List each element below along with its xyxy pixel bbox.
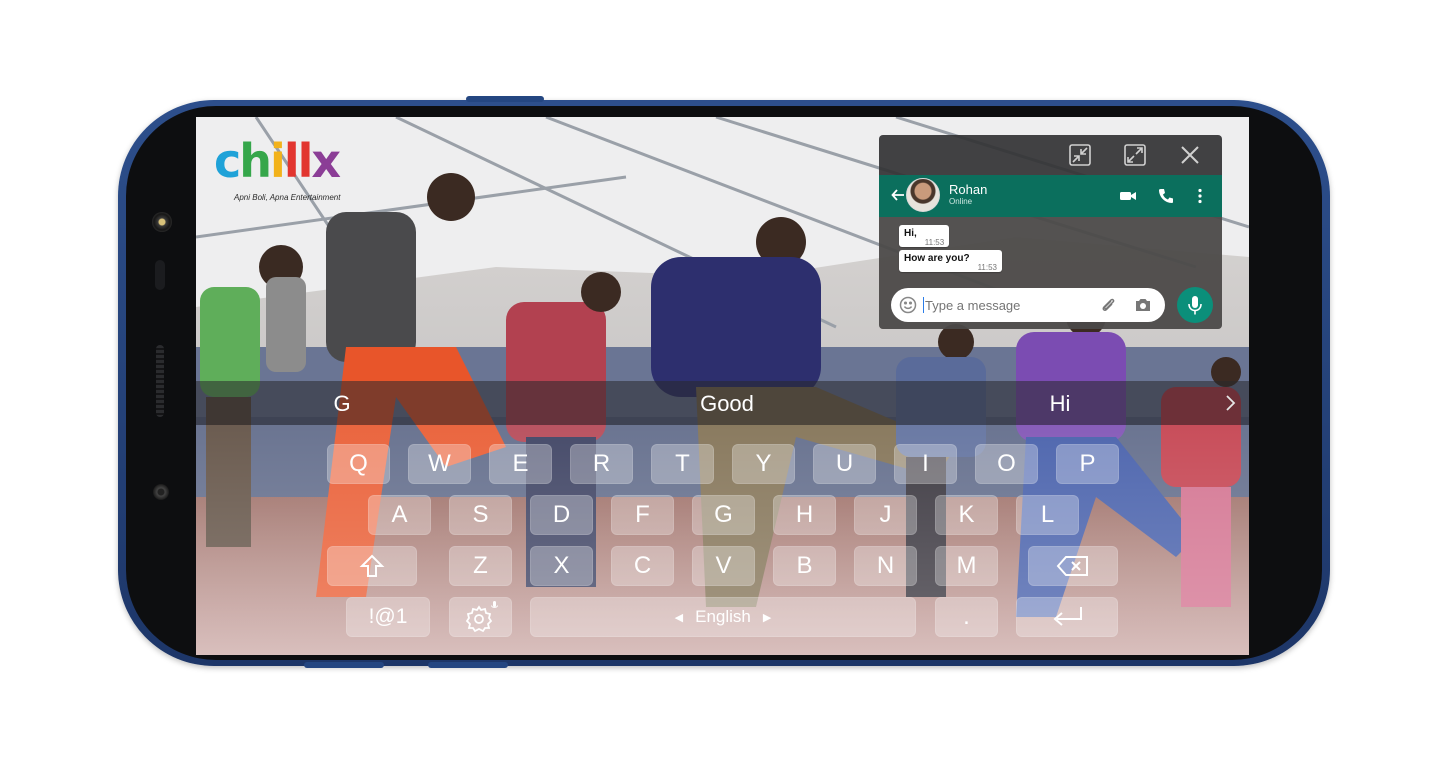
minimize-icon[interactable] xyxy=(1068,143,1092,167)
front-camera xyxy=(152,212,172,232)
mic-icon xyxy=(1188,296,1202,315)
key-n[interactable]: N xyxy=(854,546,917,586)
voice-message-button[interactable] xyxy=(1177,287,1213,323)
chevron-right-icon[interactable] xyxy=(1223,394,1237,412)
proximity-sensor xyxy=(153,484,169,500)
widget-toolbar xyxy=(879,135,1222,175)
language-label: English xyxy=(695,607,751,626)
power-button xyxy=(466,96,544,102)
suggestion-bar: G Good Hi xyxy=(196,381,1249,425)
key-u[interactable]: U xyxy=(813,444,876,484)
back-arrow-icon[interactable] xyxy=(891,188,905,202)
backspace-key[interactable] xyxy=(1028,546,1118,586)
key-c[interactable]: C xyxy=(611,546,674,586)
suggestion-item[interactable]: Hi xyxy=(1050,391,1071,417)
chat-header: Rohan Online xyxy=(879,175,1222,217)
key-z[interactable]: Z xyxy=(449,546,512,586)
message-input-bar xyxy=(891,288,1165,322)
chat-body: Hi, 11:53 How are you? 11:53 xyxy=(879,217,1222,329)
key-y[interactable]: Y xyxy=(732,444,795,484)
key-p[interactable]: P xyxy=(1056,444,1119,484)
space-key[interactable]: ◀ English ▶ xyxy=(530,597,916,637)
key-f[interactable]: F xyxy=(611,495,674,535)
contact-name[interactable]: Rohan xyxy=(949,182,987,197)
caret-left-icon: ◀ xyxy=(674,611,684,624)
keyboard: Q W E R T Y U I O P A S D F G H J K L Z … xyxy=(196,425,1249,655)
suggestion-item[interactable]: Good xyxy=(700,391,754,417)
message-bubble: How are you? 11:53 xyxy=(899,250,1003,272)
key-g[interactable]: G xyxy=(692,495,755,535)
expand-icon[interactable] xyxy=(1123,143,1147,167)
shift-icon xyxy=(359,554,385,577)
key-o[interactable]: O xyxy=(975,444,1038,484)
key-h[interactable]: H xyxy=(773,495,836,535)
symbols-key[interactable]: !@1 xyxy=(346,597,430,637)
key-w[interactable]: W xyxy=(408,444,471,484)
emoji-icon[interactable] xyxy=(899,296,917,314)
message-text: How are you? xyxy=(904,253,970,264)
more-menu-icon[interactable] xyxy=(1191,187,1209,205)
chat-widget: Rohan Online Hi, 11:53 How are you?11:53 … xyxy=(879,135,1222,329)
gear-icon xyxy=(465,601,498,633)
key-k[interactable]: K xyxy=(935,495,998,535)
backspace-icon xyxy=(1056,556,1088,576)
screen: chillx Apni Boli, Apna Entertainment Roh… xyxy=(196,117,1249,655)
chillx-logo: chillx Apni Boli, Apna Entertainment xyxy=(214,125,344,203)
key-j[interactable]: J xyxy=(854,495,917,535)
key-a[interactable]: A xyxy=(368,495,431,535)
suggestion-item[interactable]: G xyxy=(333,391,350,417)
video-call-icon[interactable] xyxy=(1119,187,1137,205)
message-input[interactable] xyxy=(925,298,1085,313)
speaker-grill xyxy=(156,345,164,417)
enter-key[interactable] xyxy=(1016,597,1118,637)
camera-icon[interactable] xyxy=(1134,296,1152,314)
attach-icon[interactable] xyxy=(1099,296,1117,314)
message-time: 11:53 xyxy=(924,238,945,247)
key-b[interactable]: B xyxy=(773,546,836,586)
key-l[interactable]: L xyxy=(1016,495,1079,535)
enter-icon xyxy=(1053,607,1082,626)
key-r[interactable]: R xyxy=(570,444,633,484)
close-icon[interactable] xyxy=(1178,143,1202,167)
message-text: Hi, xyxy=(904,228,917,239)
key-x[interactable]: X xyxy=(530,546,593,586)
key-d[interactable]: D xyxy=(530,495,593,535)
message-bubble: Hi, 11:53 xyxy=(899,225,950,247)
sensor-slot xyxy=(155,260,165,290)
caret-right-icon: ▶ xyxy=(762,611,772,624)
key-e[interactable]: E xyxy=(489,444,552,484)
svg-text:chillx: chillx xyxy=(214,134,340,188)
contact-status: Online xyxy=(949,197,973,206)
key-m[interactable]: M xyxy=(935,546,998,586)
key-i[interactable]: I xyxy=(894,444,957,484)
period-key[interactable]: . xyxy=(935,597,998,637)
key-s[interactable]: S xyxy=(449,495,512,535)
avatar[interactable] xyxy=(906,178,940,212)
logo-tagline: Apni Boli, Apna Entertainment xyxy=(234,193,341,202)
settings-key[interactable] xyxy=(449,597,512,637)
key-q[interactable]: Q xyxy=(327,444,390,484)
volume-up-button xyxy=(428,662,508,668)
key-v[interactable]: V xyxy=(692,546,755,586)
text-caret xyxy=(923,297,924,313)
key-t[interactable]: T xyxy=(651,444,714,484)
volume-down-button xyxy=(304,662,384,668)
phone-call-icon[interactable] xyxy=(1157,187,1175,205)
shift-key[interactable] xyxy=(327,546,417,586)
message-time: 11:53 xyxy=(977,263,998,272)
